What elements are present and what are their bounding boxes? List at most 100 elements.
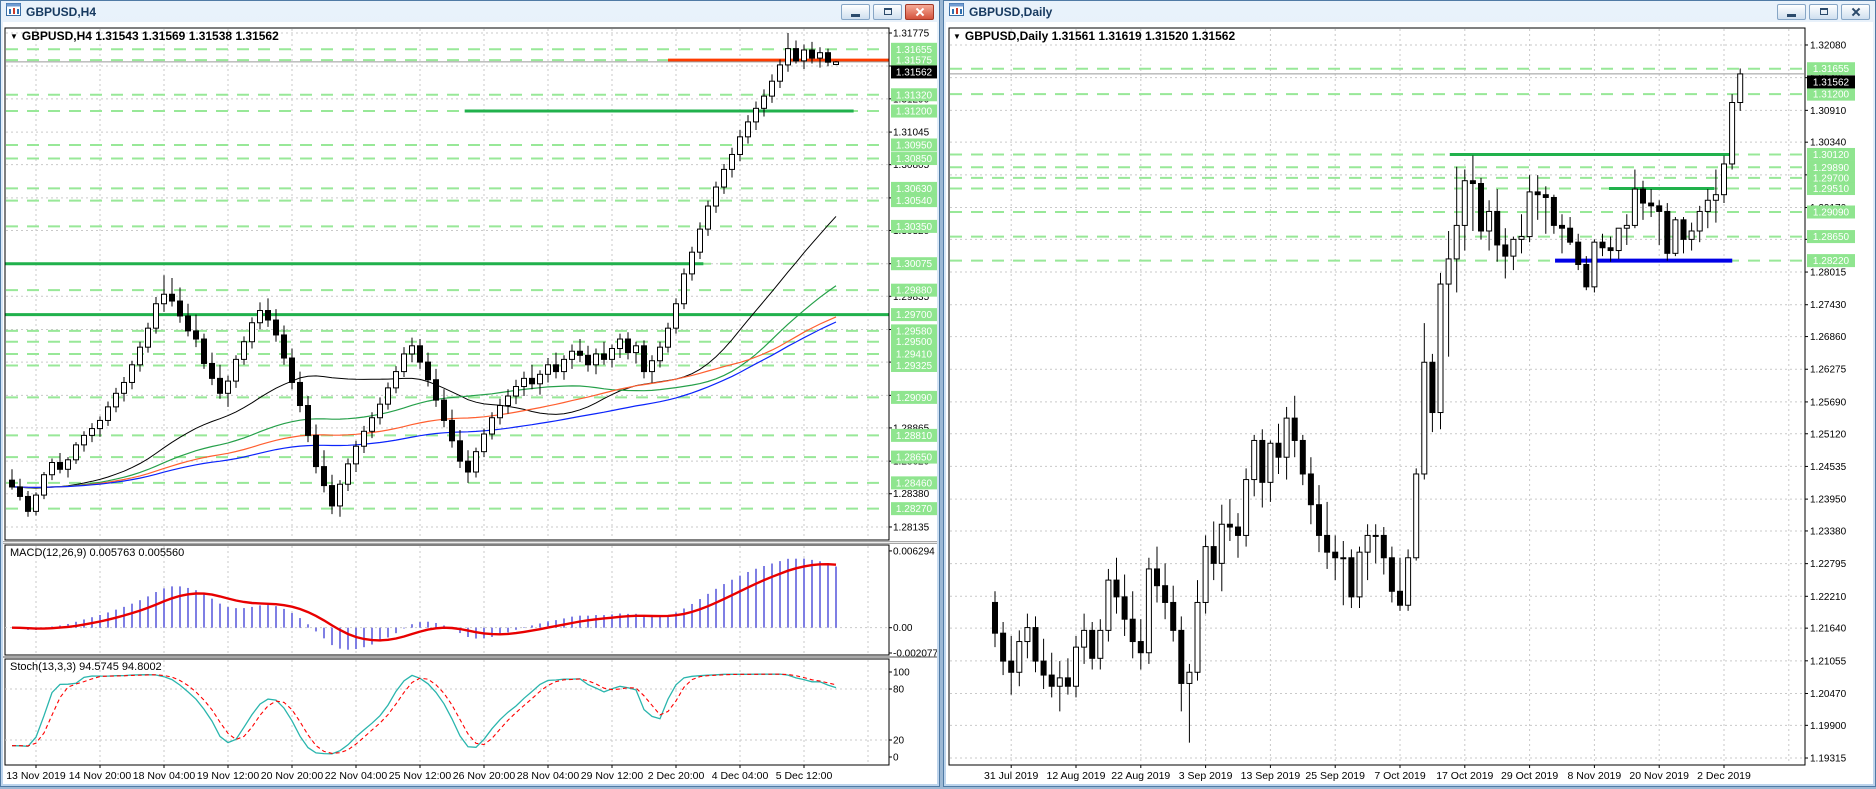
minimize-button[interactable] [841,3,870,20]
svg-text:1.28810: 1.28810 [896,431,933,442]
svg-text:1.31200: 1.31200 [896,107,933,118]
svg-text:1.28380: 1.28380 [893,489,930,500]
chart-window-gbpusd-h4: GBPUSD,H4 1.317751.315321.312901.310451.… [0,0,940,787]
chart-window-icon [949,2,964,21]
svg-text:1.22795: 1.22795 [1810,559,1847,570]
svg-text:1.28015: 1.28015 [1810,268,1847,279]
svg-text:17 Oct 2019: 17 Oct 2019 [1436,770,1493,782]
svg-text:1.31200: 1.31200 [1813,90,1850,101]
svg-text:7 Oct 2019: 7 Oct 2019 [1374,770,1426,782]
svg-text:1.31562: 1.31562 [1813,77,1850,88]
svg-text:13 Nov 2019: 13 Nov 2019 [6,770,66,782]
svg-text:1.28135: 1.28135 [893,522,930,533]
svg-text:20 Nov 2019: 20 Nov 2019 [1629,770,1689,782]
svg-text:2 Dec 20:00: 2 Dec 20:00 [648,770,705,782]
restore-button[interactable] [873,3,902,20]
svg-text:1.24535: 1.24535 [1810,462,1847,473]
svg-text:1.21640: 1.21640 [1810,624,1847,635]
close-button[interactable] [905,3,934,20]
svg-text:1.29090: 1.29090 [896,393,933,404]
titlebar-daily[interactable]: GBPUSD,Daily [944,1,1875,22]
svg-text:1.31320: 1.31320 [896,90,933,101]
svg-text:1.29410: 1.29410 [896,349,933,360]
close-button[interactable] [1841,3,1870,20]
svg-text:3 Sep 2019: 3 Sep 2019 [1179,770,1233,782]
svg-text:1.31575: 1.31575 [896,56,933,67]
svg-text:1.29325: 1.29325 [896,361,933,372]
svg-text:1.28270: 1.28270 [896,504,933,515]
svg-text:0.00: 0.00 [893,623,913,634]
svg-text:1.22210: 1.22210 [1810,592,1847,603]
svg-text:25 Nov 12:00: 25 Nov 12:00 [389,770,452,782]
svg-text:100: 100 [893,668,910,679]
svg-text:1.30350: 1.30350 [896,222,933,233]
svg-text:1.25690: 1.25690 [1810,397,1847,408]
svg-text:1.21055: 1.21055 [1810,656,1847,667]
svg-text:1.32080: 1.32080 [1810,40,1847,51]
chart-window-gbpusd-daily: GBPUSD,Daily 1.320801.314951.309101.3034… [943,0,1876,787]
svg-text:1.30630: 1.30630 [896,184,933,195]
svg-text:1.20470: 1.20470 [1810,689,1847,700]
svg-text:1.30120: 1.30120 [1813,150,1850,161]
svg-text:1.25120: 1.25120 [1810,429,1847,440]
window-title-daily: GBPUSD,Daily [969,4,1053,19]
daily-chart-svg: 1.320801.314951.309101.303401.297551.291… [946,22,1873,784]
svg-text:0: 0 [893,753,899,764]
svg-text:29 Nov 12:00: 29 Nov 12:00 [581,770,644,782]
svg-text:1.31045: 1.31045 [893,128,930,139]
svg-text:12 Aug 2019: 12 Aug 2019 [1047,770,1106,782]
svg-text:1.23380: 1.23380 [1810,526,1847,537]
symbol-dropdown-marker[interactable]: ▼ [953,32,961,41]
h4-chart-svg: 1.317751.315321.312901.310451.308051.305… [3,22,937,784]
svg-text:28 Nov 04:00: 28 Nov 04:00 [517,770,580,782]
svg-text:1.31562: 1.31562 [896,67,933,78]
svg-text:1.26860: 1.26860 [1810,332,1847,343]
svg-text:1.26275: 1.26275 [1810,365,1847,376]
svg-text:22 Aug 2019: 22 Aug 2019 [1111,770,1170,782]
svg-text:19 Nov 12:00: 19 Nov 12:00 [197,770,260,782]
svg-text:13 Sep 2019: 13 Sep 2019 [1241,770,1301,782]
window-title-h4: GBPUSD,H4 [26,4,97,19]
chart-canvas-daily[interactable]: 1.320801.314951.309101.303401.297551.291… [946,22,1873,784]
svg-text:1.30910: 1.30910 [1810,106,1847,117]
symbol-dropdown-marker[interactable]: ▼ [10,32,18,41]
svg-text:25 Sep 2019: 25 Sep 2019 [1305,770,1365,782]
svg-text:1.19900: 1.19900 [1810,721,1847,732]
svg-text:1.28650: 1.28650 [896,453,933,464]
svg-text:1.30950: 1.30950 [896,140,933,151]
svg-text:-0.002077: -0.002077 [893,649,937,660]
svg-text:1.28220: 1.28220 [1813,256,1850,267]
svg-text:1.29090: 1.29090 [1813,207,1850,218]
svg-text:1.29510: 1.29510 [1813,184,1850,195]
svg-text:0.006294: 0.006294 [893,546,935,557]
chart-window-icon [6,2,21,21]
svg-text:2 Dec 2019: 2 Dec 2019 [1697,770,1751,782]
chart-canvas-h4[interactable]: 1.317751.315321.312901.310451.308051.305… [3,22,937,784]
minimize-button[interactable] [1777,3,1806,20]
svg-text:20 Nov 20:00: 20 Nov 20:00 [261,770,324,782]
svg-text:8 Nov 2019: 8 Nov 2019 [1568,770,1622,782]
svg-text:4 Dec 04:00: 4 Dec 04:00 [712,770,769,782]
svg-text:1.27430: 1.27430 [1810,300,1847,311]
titlebar-h4[interactable]: GBPUSD,H4 [1,1,939,22]
svg-text:1.30340: 1.30340 [1810,138,1847,149]
svg-text:1.30850: 1.30850 [896,154,933,165]
mt4-workspace: GBPUSD,H4 1.317751.315321.312901.310451.… [0,0,1876,789]
svg-text:1.29500: 1.29500 [896,337,933,348]
svg-text:5 Dec 12:00: 5 Dec 12:00 [776,770,833,782]
svg-text:1.31775: 1.31775 [893,29,930,40]
svg-text:1.31655: 1.31655 [1813,64,1850,75]
svg-text:18 Nov 04:00: 18 Nov 04:00 [133,770,196,782]
svg-text:31 Jul 2019: 31 Jul 2019 [984,770,1038,782]
svg-text:1.29880: 1.29880 [896,286,933,297]
svg-text:26 Nov 20:00: 26 Nov 20:00 [453,770,516,782]
svg-text:22 Nov 04:00: 22 Nov 04:00 [325,770,388,782]
svg-text:1.23950: 1.23950 [1810,495,1847,506]
svg-text:1.30075: 1.30075 [896,259,933,270]
svg-text:1.19315: 1.19315 [1810,754,1847,765]
restore-button[interactable] [1809,3,1838,20]
svg-text:80: 80 [893,685,905,696]
svg-text:1.28650: 1.28650 [1813,232,1850,243]
svg-text:1.30540: 1.30540 [896,196,933,207]
svg-text:1.29700: 1.29700 [896,310,933,321]
